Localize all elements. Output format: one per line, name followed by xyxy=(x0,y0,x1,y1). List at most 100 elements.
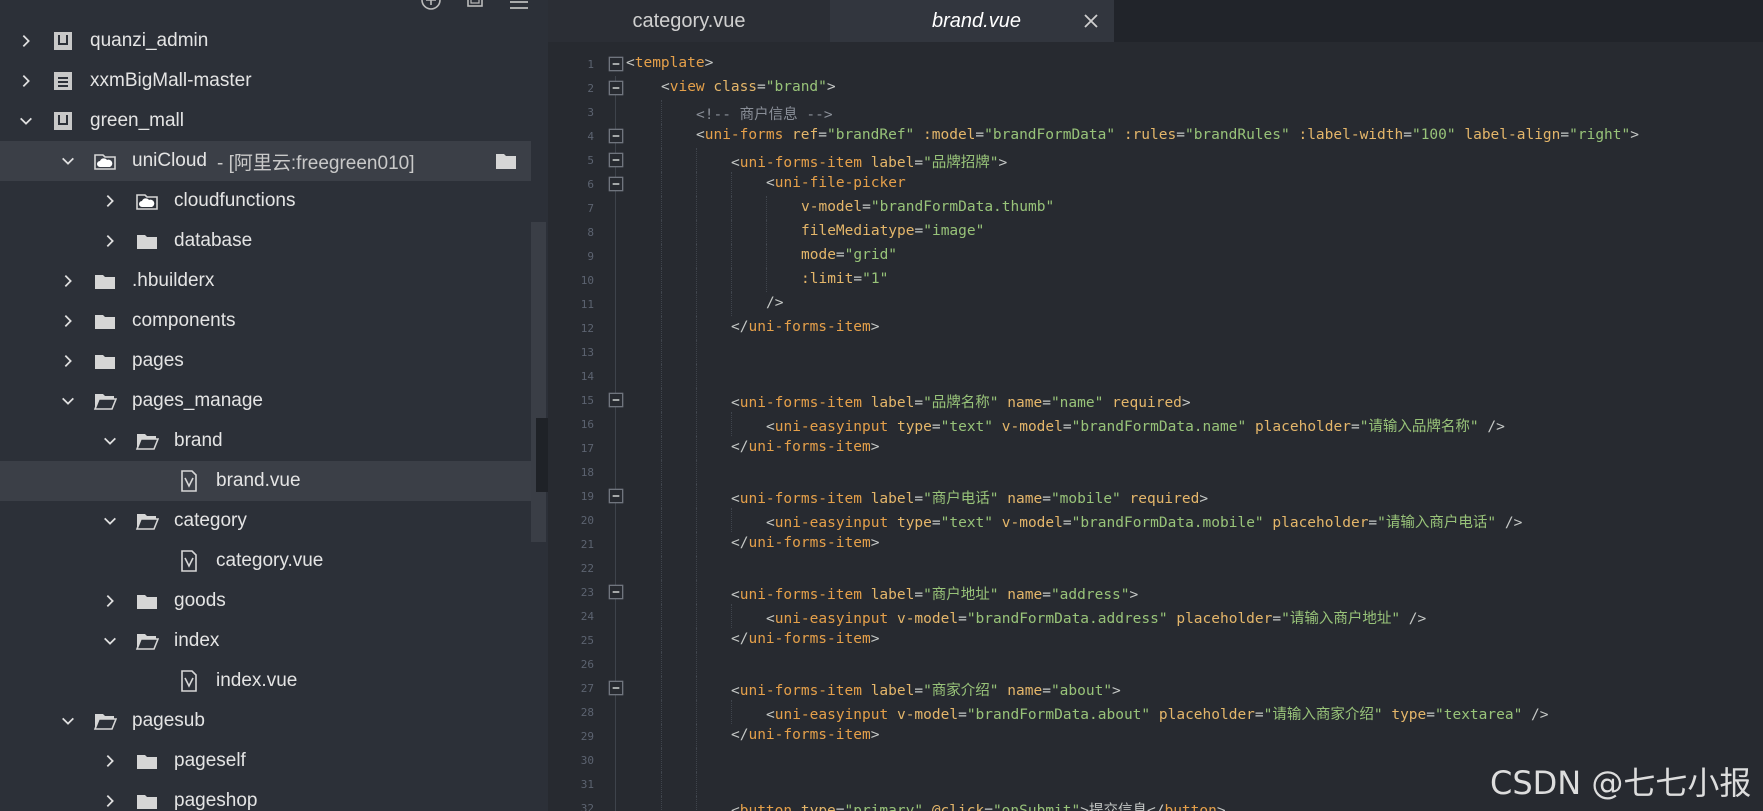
chevron-down-icon[interactable] xyxy=(54,707,82,735)
code-line[interactable]: 12 </uni-forms-item> xyxy=(548,316,1763,340)
code-line[interactable]: 29 </uni-forms-item> xyxy=(548,724,1763,748)
close-icon[interactable] xyxy=(1082,12,1100,30)
fold-collapse-icon[interactable] xyxy=(608,128,624,144)
code-line[interactable]: 6 <uni-file-picker xyxy=(548,172,1763,196)
chevron-right-icon[interactable] xyxy=(12,27,40,55)
tree-file-item[interactable]: category.vue xyxy=(0,541,531,581)
fold-collapse-icon[interactable] xyxy=(608,584,624,600)
chevron-right-icon[interactable] xyxy=(96,587,124,615)
chevron-right-icon[interactable] xyxy=(96,787,124,811)
folder-icon xyxy=(92,348,118,374)
code-line[interactable]: 28 <uni-easyinput v-model="brandFormData.… xyxy=(548,700,1763,724)
tree-folder-item[interactable]: pageself xyxy=(0,741,531,781)
code-token: > xyxy=(870,535,880,551)
code-line[interactable]: 17 </uni-forms-item> xyxy=(548,436,1763,460)
code-line[interactable]: 7 v-model="brandFormData.thumb" xyxy=(548,196,1763,220)
tree-item-label: pages_manage xyxy=(132,390,263,411)
code-area[interactable]: 1 <template> 2 <view class="brand"> 3 <!-- 商户… xyxy=(548,52,1763,811)
tree-item-label: database xyxy=(174,230,253,251)
chevron-down-icon[interactable] xyxy=(96,507,124,535)
indent-guide xyxy=(696,532,697,556)
vue-file-icon-glyph xyxy=(181,470,197,492)
chevron-right-icon[interactable] xyxy=(96,227,124,255)
chevron-down-icon[interactable] xyxy=(96,627,124,655)
tab-category-vue[interactable]: category.vue xyxy=(548,0,830,42)
folder-icon-glyph xyxy=(95,315,115,329)
indent-guide xyxy=(661,100,662,124)
tree-folder-item[interactable]: cloudfunctions xyxy=(0,181,531,221)
code-line[interactable]: 18 xyxy=(548,460,1763,484)
chevron-right-icon[interactable] xyxy=(54,307,82,335)
code-line[interactable]: 15 <uni-forms-item label="品牌名称" name="nam… xyxy=(548,388,1763,412)
chevron-down-icon[interactable] xyxy=(96,427,124,455)
code-line[interactable]: 10:limit="1" xyxy=(548,268,1763,292)
code-line[interactable]: 3 <!-- 商户信息 --> xyxy=(548,100,1763,124)
copy-icon[interactable] xyxy=(464,0,486,10)
tree-folder-item[interactable]: category xyxy=(0,501,531,541)
code-line[interactable]: 1 <template> xyxy=(548,52,1763,76)
code-line[interactable]: 27 <uni-forms-item label="商家介绍" name="abo… xyxy=(548,676,1763,700)
code-text: <uni-easyinput type="text" v-model="bran… xyxy=(766,415,1505,436)
tree-folder-item[interactable]: xxmBigMall-master xyxy=(0,61,531,101)
code-line[interactable]: 26 xyxy=(548,652,1763,676)
tree-folder-item[interactable]: pages xyxy=(0,341,531,381)
fold-collapse-icon[interactable] xyxy=(608,152,624,168)
tree-folder-item[interactable]: pageshop xyxy=(0,781,531,811)
chevron-down-icon[interactable] xyxy=(54,387,82,415)
tree-folder-item[interactable]: goods xyxy=(0,581,531,621)
tree-folder-item[interactable]: pages_manage xyxy=(0,381,531,421)
chevron-right-icon[interactable] xyxy=(96,187,124,215)
folder-icon[interactable] xyxy=(493,149,519,173)
code-line[interactable]: 21 </uni-forms-item> xyxy=(548,532,1763,556)
indent-guide xyxy=(661,292,662,316)
tree-folder-item[interactable]: index xyxy=(0,621,531,661)
tree-folder-item[interactable]: pagesub xyxy=(0,701,531,741)
tree-file-item[interactable]: index.vue xyxy=(0,661,531,701)
tree-folder-item[interactable]: uniCloud - [阿里云:freegreen010] xyxy=(0,141,531,181)
code-line[interactable]: 23 <uni-forms-item label="商户地址" name="add… xyxy=(548,580,1763,604)
code-line[interactable]: 14 xyxy=(548,364,1763,388)
new-file-icon[interactable] xyxy=(420,0,442,10)
chevron-right-icon[interactable] xyxy=(96,747,124,775)
tree-folder-item[interactable]: .hbuilderx xyxy=(0,261,531,301)
tree-file-item[interactable]: brand.vue xyxy=(0,461,531,501)
tree-folder-item[interactable]: green_mall xyxy=(0,101,531,141)
tree-folder-item[interactable]: quanzi_admin xyxy=(0,21,531,61)
code-line[interactable]: 16 <uni-easyinput type="text" v-model="br… xyxy=(548,412,1763,436)
code-line[interactable]: 8 fileMediatype="image" xyxy=(548,220,1763,244)
code-line[interactable]: 4 <uni-forms ref="brandRef" :model="brand… xyxy=(548,124,1763,148)
code-line[interactable]: 9 mode="grid" xyxy=(548,244,1763,268)
tree-folder-item[interactable]: brand xyxy=(0,421,531,461)
tree-folder-item[interactable]: components xyxy=(0,301,531,341)
line-number: 27 xyxy=(580,682,594,695)
chevron-down-icon[interactable] xyxy=(54,147,82,175)
fold-collapse-icon[interactable] xyxy=(608,680,624,696)
chevron-down-icon[interactable] xyxy=(12,107,40,135)
code-line[interactable]: 19 <uni-forms-item label="商户电话" name="mob… xyxy=(548,484,1763,508)
folder-open-icon xyxy=(92,388,118,414)
code-line[interactable]: 24 <uni-easyinput v-model="brandFormData.… xyxy=(548,604,1763,628)
code-token: uni-easyinput xyxy=(774,515,889,531)
code-token: fileMediatype xyxy=(801,223,915,239)
menu-icon[interactable] xyxy=(508,0,530,10)
chevron-right-icon[interactable] xyxy=(54,347,82,375)
fold-collapse-icon[interactable] xyxy=(608,488,624,504)
tree-folder-item[interactable]: database xyxy=(0,221,531,261)
code-line[interactable]: 20 <uni-easyinput type="text" v-model="br… xyxy=(548,508,1763,532)
code-line[interactable]: 2 <view class="brand"> xyxy=(548,76,1763,100)
fold-collapse-icon[interactable] xyxy=(608,176,624,192)
code-line[interactable]: 11 /> xyxy=(548,292,1763,316)
code-line[interactable]: 22 xyxy=(548,556,1763,580)
fold-collapse-icon[interactable] xyxy=(608,392,624,408)
explorer-scrollbar[interactable] xyxy=(531,222,546,542)
code-line[interactable]: 13 xyxy=(548,340,1763,364)
tab-brand-vue[interactable]: brand.vue xyxy=(830,0,1114,42)
chevron-right-icon[interactable] xyxy=(54,267,82,295)
tree-item-label: quanzi_admin xyxy=(90,30,209,51)
fold-collapse-icon[interactable] xyxy=(608,80,624,96)
fold-collapse-icon[interactable] xyxy=(608,56,624,72)
code-line[interactable]: 25 </uni-forms-item> xyxy=(548,628,1763,652)
code-line[interactable]: 5 <uni-forms-item label="品牌招牌"> xyxy=(548,148,1763,172)
chevron-right-icon[interactable] xyxy=(12,67,40,95)
